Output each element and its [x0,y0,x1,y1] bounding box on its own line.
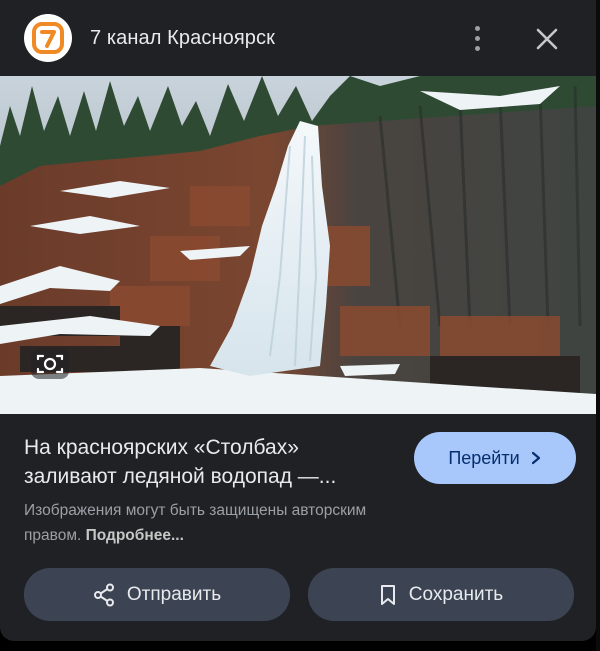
learn-more-link[interactable]: Подробнее... [86,527,184,544]
caption-line-2: заливают ледяной водопад —... [24,465,337,488]
source-logo[interactable] [24,14,72,62]
bookmark-icon [380,584,395,605]
share-button[interactable]: Отправить [24,568,290,621]
visit-button-label: Перейти [448,447,520,468]
share-button-label: Отправить [126,583,222,605]
result-image[interactable] [0,76,596,414]
copyright-line-1: Изображения могут быть защищены авторски… [24,502,367,519]
copyright-prefix: правом. [24,527,82,544]
scroll-edge [596,0,600,651]
caption-line-1: На красноярских «Столбах» [24,436,299,459]
save-button[interactable]: Сохранить [308,568,574,621]
channel-7-logo-icon [32,22,64,54]
visit-button[interactable]: Перейти [414,432,576,484]
chevron-right-icon [531,451,540,465]
result-caption[interactable]: На красноярских «Столбах» заливают ледян… [24,433,404,491]
copyright-note: Изображения могут быть защищены авторски… [24,498,444,548]
viewer-header: 7 канал Красноярск [0,0,596,78]
image-viewer-panel: 7 канал Красноярск На красноярских «Стол… [0,0,596,641]
source-name[interactable]: 7 канал Красноярск [90,27,275,50]
save-button-label: Сохранить [408,583,504,605]
lens-icon[interactable] [28,346,72,382]
share-icon [93,583,114,606]
frozen-waterfall-photo [0,76,596,414]
close-icon[interactable] [530,22,564,56]
more-options-icon[interactable] [462,22,492,54]
copyright-line-2: правом. Подробнее... [24,523,444,548]
